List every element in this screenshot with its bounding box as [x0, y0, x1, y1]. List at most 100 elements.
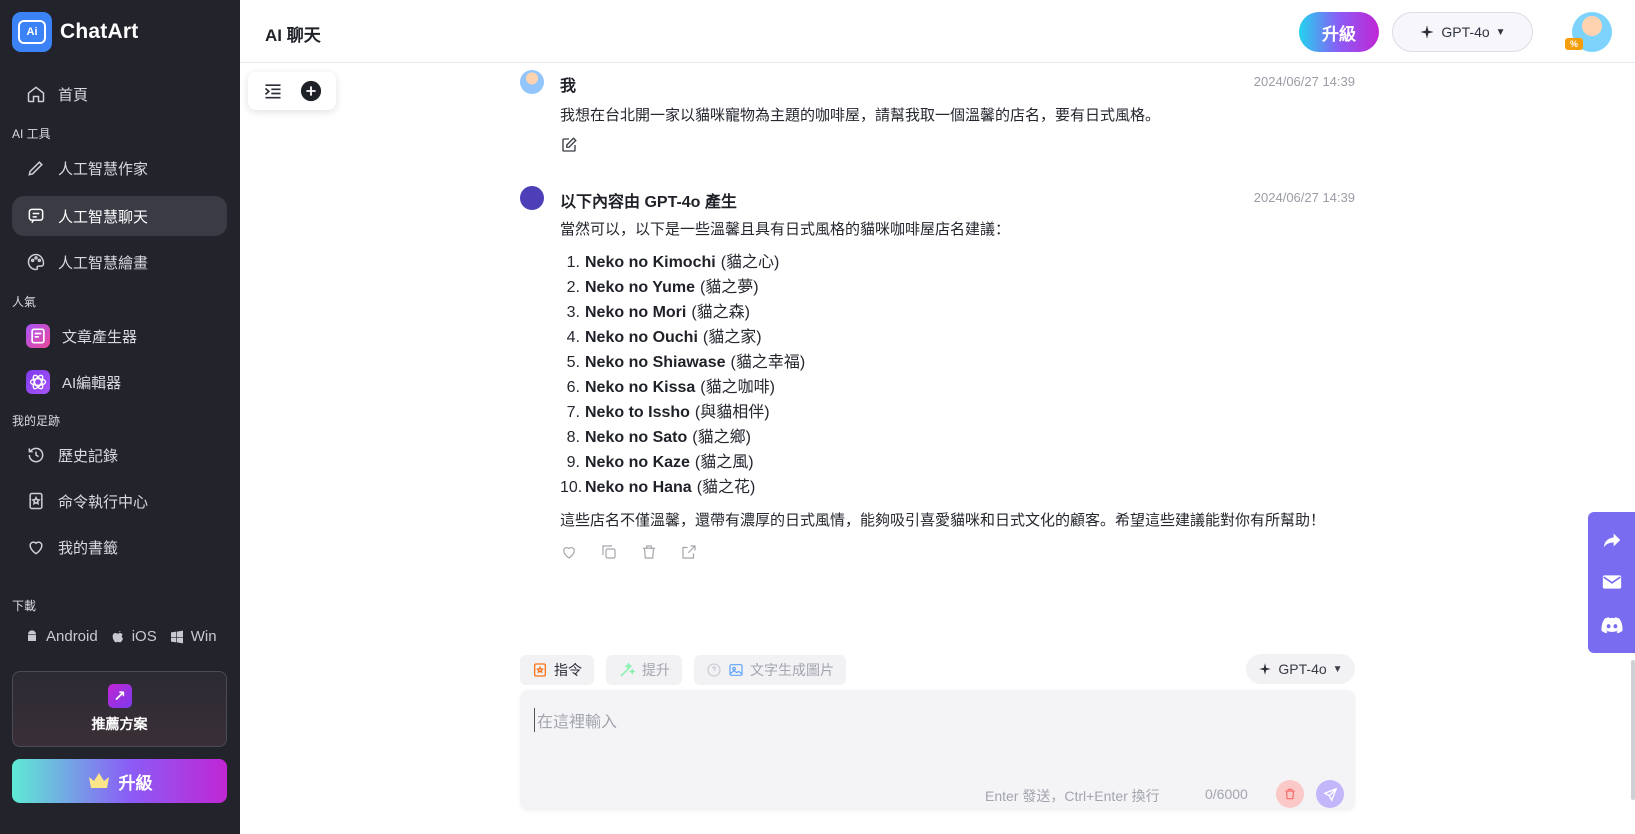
text-to-image-chip-label: 文字生成圖片	[750, 662, 834, 678]
message-text: 當然可以，以下是一些溫馨且具有日式風格的貓咪咖啡屋店名建議： 1. Neko no…	[560, 217, 1355, 561]
text-to-image-chip[interactable]: 文字生成圖片	[694, 655, 846, 685]
message-actions	[560, 543, 1355, 561]
download-ios-label: iOS	[131, 628, 157, 645]
sidebar-item-command-center[interactable]: 命令執行中心	[12, 481, 227, 521]
section-ai-tools: AI 工具	[12, 127, 51, 141]
mail-icon[interactable]	[1602, 574, 1622, 590]
home-icon	[27, 86, 45, 103]
list-item: 2. Neko no Yume (貓之夢)	[560, 275, 1355, 300]
page-title: AI 聊天	[265, 26, 321, 45]
logo-icon: Ai	[12, 12, 52, 52]
share-icon[interactable]	[680, 543, 698, 561]
list-item: 3. Neko no Mori (貓之森)	[560, 300, 1355, 325]
enhance-chip[interactable]: 提升	[606, 655, 682, 685]
model-selector[interactable]: GPT-4o ▼	[1392, 12, 1533, 52]
sidebar-item-home[interactable]: 首頁	[12, 74, 227, 114]
message-outro: 這些店名不僅溫馨，還帶有濃厚的日式風情，能夠吸引喜愛貓咪和日式文化的顧客。希望這…	[560, 512, 1326, 529]
avatar	[520, 70, 544, 94]
shop-name-meaning: (貓之心)	[720, 254, 780, 271]
chevron-down-icon: ▼	[1495, 26, 1506, 38]
input-hint: Enter 發送，Ctrl+Enter 換行	[985, 788, 1160, 804]
sidebar-item-article-generator[interactable]: 文章產生器	[12, 316, 227, 356]
model-selector-label: GPT-4o	[1441, 24, 1490, 40]
atom-icon	[26, 370, 50, 394]
sidebar-item-ai-editor[interactable]: AI編輯器	[12, 362, 227, 402]
section-popular: 人氣	[12, 295, 37, 309]
composer-model-selector[interactable]: GPT-4o ▼	[1246, 654, 1355, 684]
sidebar-upgrade-button[interactable]: 升級	[12, 759, 227, 803]
toggle-sidebar-icon[interactable]	[263, 82, 283, 100]
shop-name: Neko no Kimochi	[585, 254, 716, 271]
sidebar-item-ai-chat[interactable]: 人工智慧聊天	[12, 196, 227, 236]
app-logo[interactable]: Ai ChatArt	[12, 12, 138, 52]
message-text: 我想在台北開一家以貓咪寵物為主題的咖啡屋，請幫我取一個溫馨的店名，要有日式風格。	[560, 103, 1355, 162]
apple-icon	[112, 630, 123, 642]
message-intro: 當然可以，以下是一些溫馨且具有日式風格的貓咪咖啡屋店名建議：	[560, 221, 1011, 238]
send-button[interactable]	[1316, 780, 1344, 808]
shop-name: Neko no Mori	[585, 304, 687, 321]
heart-icon	[29, 541, 43, 555]
recommended-plan-label: 推薦方案	[91, 716, 148, 732]
list-item: 10. Neko no Hana (貓之花)	[560, 475, 1355, 500]
trash-icon	[1285, 788, 1295, 800]
like-icon[interactable]	[560, 543, 578, 561]
discord-icon[interactable]	[1600, 616, 1623, 634]
sidebar-item-label: 我的書籤	[58, 539, 119, 557]
sparkle-icon	[1420, 25, 1435, 39]
download-win-label: Win	[190, 628, 217, 645]
clear-button[interactable]	[1276, 780, 1304, 808]
shop-name-meaning: (與貓相伴)	[694, 404, 770, 421]
message-author: 以下內容由 GPT-4o 產生	[560, 194, 737, 211]
sidebar-item-bookmarks[interactable]: 我的書籤	[12, 527, 227, 567]
chat-toolbar	[248, 72, 336, 110]
message-timestamp: 2024/06/27 14:39	[1253, 74, 1355, 89]
message-input[interactable]: 在這裡輸入 Enter 發送，Ctrl+Enter 換行 0/6000	[520, 690, 1355, 810]
shop-name: Neko no Yume	[585, 279, 695, 296]
magic-wand-icon	[620, 662, 636, 677]
sidebar-upgrade-label: 升級	[118, 773, 153, 793]
history-icon	[28, 447, 44, 463]
download-ios[interactable]: iOS	[110, 628, 157, 645]
chevron-down-icon: ▼	[1332, 663, 1343, 675]
download-win[interactable]: Win	[169, 628, 217, 645]
palette-icon	[27, 253, 45, 271]
sidebar-item-ai-writer[interactable]: 人工智慧作家	[12, 148, 227, 188]
shop-name: Neko no Kaze	[585, 454, 690, 471]
download-android-label: Android	[46, 628, 98, 645]
shop-name-meaning: (貓之家)	[702, 329, 762, 346]
prompt-chip[interactable]: 指令	[520, 655, 594, 685]
new-chat-icon[interactable]	[300, 80, 322, 102]
chat-icon	[28, 208, 44, 224]
delete-icon[interactable]	[640, 543, 658, 561]
shop-name-meaning: (貓之夢)	[699, 279, 759, 296]
top-header: AI 聊天 升級 GPT-4o ▼ %	[240, 0, 1635, 63]
app-name: ChatArt	[60, 20, 139, 43]
article-icon	[26, 324, 50, 348]
list-item: 7. Neko to Issho (與貓相伴)	[560, 400, 1355, 425]
app-root: Ai ChatArt 首頁 AI 工具 人工智慧作家 人工智慧聊天 人工智慧繪畫…	[0, 0, 1635, 834]
header-upgrade-button[interactable]: 升級	[1299, 12, 1379, 52]
sidebar-item-history[interactable]: 歷史記錄	[12, 435, 227, 475]
shop-name: Neko no Ouchi	[585, 329, 698, 346]
download-links: Android iOS Win	[24, 628, 223, 645]
bot-avatar	[520, 186, 544, 210]
page-scrollbar[interactable]	[1631, 660, 1635, 800]
sidebar-item-ai-painting[interactable]: 人工智慧繪畫	[12, 242, 227, 282]
copy-icon[interactable]	[600, 543, 618, 561]
sidebar-item-label: 歷史記錄	[58, 447, 119, 465]
recommended-plan-card[interactable]: ↗ 推薦方案	[12, 671, 227, 747]
shop-name-meaning: (貓之鄉)	[692, 429, 751, 446]
user-message: 我 2024/06/27 14:39 我想在台北開一家以貓咪寵物為主題的咖啡屋，…	[520, 70, 1355, 160]
message-content: 我想在台北開一家以貓咪寵物為主題的咖啡屋，請幫我取一個溫馨的店名，要有日式風格。	[560, 107, 1161, 124]
composer-model-label: GPT-4o	[1278, 661, 1327, 677]
arrow-up-right-icon: ↗	[107, 684, 132, 708]
crown-icon	[88, 773, 109, 788]
help-icon	[707, 663, 721, 677]
sidebar-item-label: 命令執行中心	[58, 493, 149, 511]
list-item: 6. Neko no Kissa (貓之咖啡)	[560, 375, 1355, 400]
share-arrow-icon[interactable]	[1602, 531, 1622, 549]
list-item: 9. Neko no Kaze (貓之風)	[560, 450, 1355, 475]
edit-icon[interactable]	[560, 136, 578, 154]
download-android[interactable]: Android	[24, 628, 98, 645]
send-icon	[1322, 787, 1337, 802]
